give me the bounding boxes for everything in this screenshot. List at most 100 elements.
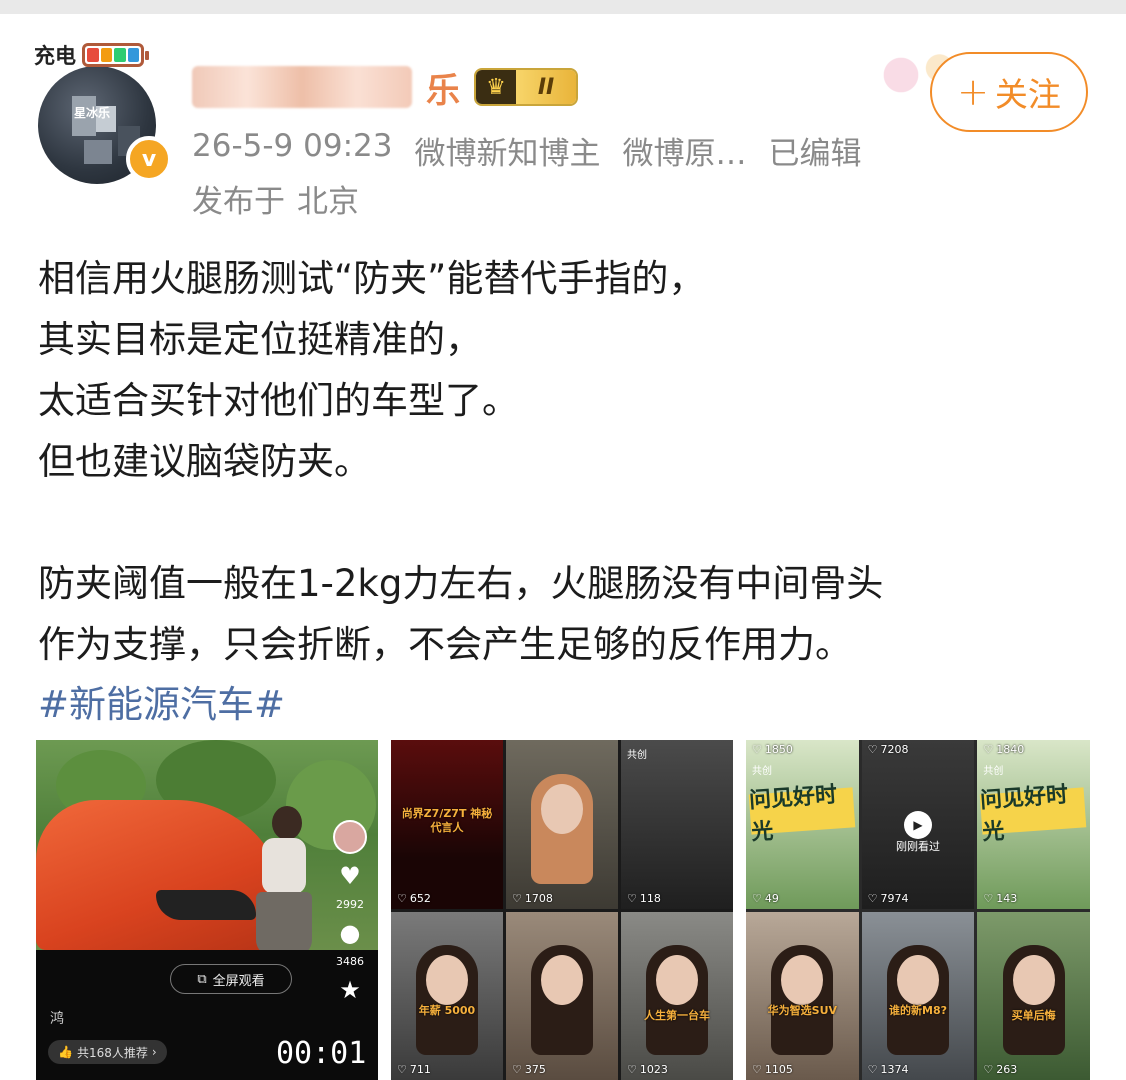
thumb-banner: 问见好时光 [980,782,1087,845]
play-icon[interactable]: ▶ [903,810,932,839]
post-meta: 26-5-9 09:23 微博新知博主 微博原… 已编辑 [192,128,861,173]
person-head [272,806,302,840]
fullscreen-label: 全屏观看 [212,973,265,989]
fullscreen-button[interactable]: ⧉ 全屏观看 [170,964,292,994]
thumb-caption: 年薪 5000 [418,1004,476,1018]
thumb-caption: 尚界Z7/Z7T 神秘代言人 [401,807,493,835]
grid-thumb[interactable]: ♡ 7208 ▶ 刚刚看过 ♡ 7974 [861,740,975,909]
username-blurred[interactable] [192,66,412,108]
person-face [426,955,468,1006]
post-timestamp[interactable]: 26-5-9 09:23 [192,128,392,173]
count-value: 652 [409,891,431,905]
person-face [541,955,583,1006]
grid-thumb[interactable]: ♡ 1840 共创 问见好时光 ♡ 143 [977,740,1090,909]
heart-icon: ♡ [867,743,878,756]
count-value: 1840 [996,743,1025,756]
count-value: 263 [996,1063,1018,1076]
author-role: 微博新知博主 [414,136,601,172]
grid-thumb[interactable]: 尚界Z7/Z7T 神秘代言人 ♡ 652 [391,740,503,909]
thumb-count: ♡ 1105 [752,1063,793,1076]
comment-count: 3486 [336,955,364,968]
recommend-pill[interactable]: 👍 共168人推荐 › [48,1040,167,1064]
count-value: 118 [639,891,661,905]
count-value: 375 [524,1063,546,1076]
count-value: 143 [996,891,1018,905]
thumb-count: ♡ 263 [983,1063,1017,1076]
thumb-grid: 尚界Z7/Z7T 神秘代言人 ♡ 652 ♡ 1708 共创 ♡ 118 年薪 500… [391,740,733,1080]
location-value: 北京 [297,184,359,220]
edited-label[interactable]: 已编辑 [768,128,861,173]
grid-thumb[interactable]: 人生第一台车 ♡ 1023 [621,911,733,1080]
person-face [541,783,583,834]
grid-thumb[interactable]: 共创 ♡ 118 [621,740,733,909]
post-line: 太适合买针对他们的车型了。 [38,379,519,422]
post-image-grid-2[interactable]: ♡ 1850 共创 问见好时光 ♡ 49 ♡ 7208 ▶ 刚刚看过 ♡ 7974 ♡ 1… [746,740,1090,1080]
thumb-count: ♡ 118 [627,892,661,905]
thumb-tag: 共创 [627,750,647,761]
post-image-grid-1[interactable]: 尚界Z7/Z7T 神秘代言人 ♡ 652 ♡ 1708 共创 ♡ 118 年薪 500… [391,740,733,1080]
person-face [1012,955,1055,1006]
thumb-caption: 谁的新M8? [889,1004,947,1018]
post-blank-line [38,492,1098,553]
thumb-tag: 共创 [752,766,772,777]
heart-icon: ♡ [867,1063,878,1076]
follow-label: 关注 [994,75,1061,114]
grid-thumb[interactable]: ♡ 1708 [506,740,618,909]
grid-thumb[interactable]: 年薪 5000 ♡ 711 [391,911,503,1080]
post-body: 相信用火腿肠测试“防夹”能替代手指的， 其实目标是定位挺精准的， 太适合买针对他… [38,248,1098,675]
person-shirt [262,838,306,894]
charge-badge: 充电 [34,40,149,70]
crown-icon: ♛ [476,70,516,104]
heart-icon: ♡ [627,891,637,905]
video-side-actions: ♥ 2992 ● 3486 ★ [332,820,368,1002]
comment-icon[interactable]: ● [340,921,361,945]
heart-icon: ♡ [627,1063,637,1076]
heart-icon: ♡ [983,1063,994,1076]
grid-thumb[interactable]: 买单后悔 ♡ 263 [977,911,1090,1080]
avatar-text: 星冰乐 [74,106,111,120]
heart-icon[interactable]: ♥ [339,864,361,888]
post-image-video[interactable]: ♥ 2992 ● 3486 ★ ⧉ 全屏观看 鸿 👍 共168人推荐 › 00:… [36,740,378,1080]
plus-icon: + [957,70,989,114]
thumb-count: ♡ 143 [983,892,1017,905]
creator-avatar[interactable] [333,820,367,854]
thumb-caption: 华为智选SUV [767,1004,838,1018]
thumb-banner: 问见好时光 [748,782,855,845]
count-value: 1023 [639,1063,668,1076]
count-value: 1374 [880,1063,909,1076]
star-icon[interactable]: ★ [339,978,361,1002]
thumb-tag: 共创 [983,766,1004,777]
count-value: 711 [409,1063,431,1076]
thumb-count: ♡ 1023 [627,1063,668,1076]
thumb-count: ♡ 652 [397,892,431,905]
grid-thumb[interactable]: 华为智选SUV ♡ 1105 [746,911,859,1080]
chevron-right-icon: › [151,1045,157,1059]
hashtag-link[interactable]: #新能源汽车# [38,674,285,728]
thumb-top-count: ♡ 7208 [868,743,909,756]
thumb-count: ♡ 7974 [868,892,909,905]
thumb-count: ♡ 1708 [512,892,553,905]
username-row[interactable]: 乐 ♛ II [192,62,578,112]
top-strip [0,0,1126,14]
heart-icon: ♡ [983,743,994,756]
person-face [656,955,698,1006]
grid-thumb[interactable]: ♡ 1850 共创 问见好时光 ♡ 49 [746,740,859,909]
thumb-caption: 人生第一台车 [644,1009,710,1023]
follow-button[interactable]: + 关注 [930,52,1088,132]
avatar-mosaic [84,140,112,164]
grid-thumb[interactable]: ♡ 375 [506,911,618,1080]
post-source[interactable]: 微博原… [622,128,746,173]
heart-icon: ♡ [867,891,878,905]
username-tail[interactable]: 乐 [426,63,460,112]
video-time: 00:01 [276,1036,367,1071]
thumb-caption: 买单后悔 [1011,1009,1056,1023]
thumb-count: ♡ 1374 [868,1063,909,1076]
member-level-badge[interactable]: ♛ II [474,68,578,106]
location-prefix: 发布于 [192,184,285,220]
recently-watched-label: 刚刚看过 [895,839,940,853]
thumb-top-count: ♡ 1840 [983,743,1024,756]
grid-thumb[interactable]: 谁的新M8? ♡ 1374 [861,911,975,1080]
heart-icon: ♡ [983,891,994,905]
count-value: 49 [764,891,779,905]
avatar-block[interactable]: 星冰乐 充电 v [30,36,172,186]
